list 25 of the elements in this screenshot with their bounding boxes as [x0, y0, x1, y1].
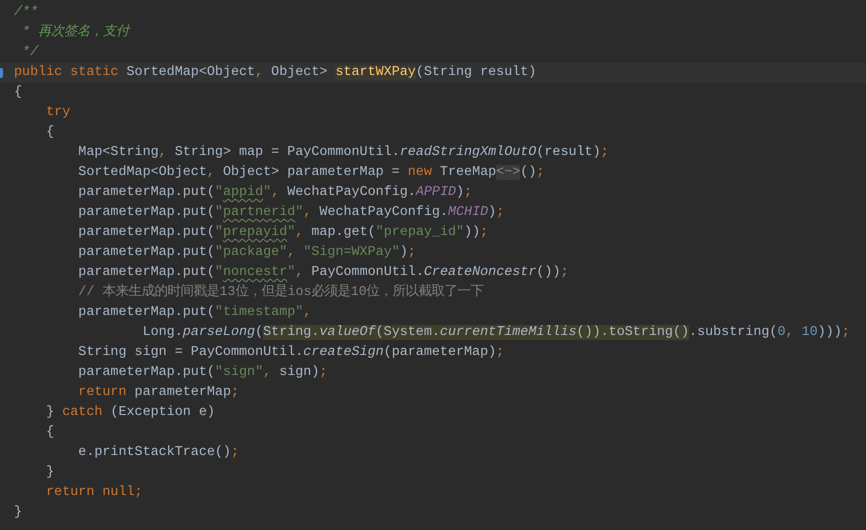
code-line: parameterMap.put("appid", WechatPayConfig.APPID);: [77, 184, 474, 202]
code-line: SortedMap<Object, Object> parameterMap = new TreeMap<~>();: [77, 164, 546, 182]
code-line: } catch (Exception e): [45, 404, 216, 422]
code-line: e.printStackTrace();: [77, 444, 240, 462]
code-line: * 再次签名，支付: [21, 23, 132, 42]
code-line: String sign = PayCommonUtil.createSign(parameterMap);: [77, 344, 506, 362]
code-line: // 本来生成的时间戳是13位，但是ios必须是10位，所以截取了一下: [77, 283, 485, 302]
code-line: {: [45, 124, 56, 142]
code-line: parameterMap.put("timestamp",: [77, 304, 312, 322]
code-line: parameterMap.put("package", "Sign=WXPay");: [77, 244, 417, 262]
code-line: */: [21, 44, 40, 62]
code-line: parameterMap.put("noncestr", PayCommonUtil.CreateNoncestr());: [77, 264, 570, 282]
code-line: Map<String, String> map = PayCommonUtil.readStringXmlOutO(result);: [77, 144, 610, 162]
code-line: parameterMap.put("prepayid", map.get("prepay_id"));: [77, 224, 490, 242]
code-line: return parameterMap;: [77, 384, 240, 402]
code-line: {: [13, 84, 24, 102]
code-line: parameterMap.put("sign", sign);: [77, 364, 328, 382]
code-line: parameterMap.put("partnerid", WechatPayConfig.MCHID);: [77, 204, 506, 222]
code-line: Long.parseLong(String.valueOf(System.currentTimeMillis()).toString().substring(0, 10)));: [142, 324, 851, 342]
code-line: }: [45, 464, 56, 482]
code-line: try: [45, 104, 72, 122]
code-line: /**: [13, 4, 40, 22]
code-line: {: [45, 424, 56, 442]
code-line: }: [13, 504, 24, 522]
code-line: return null;: [45, 484, 144, 502]
